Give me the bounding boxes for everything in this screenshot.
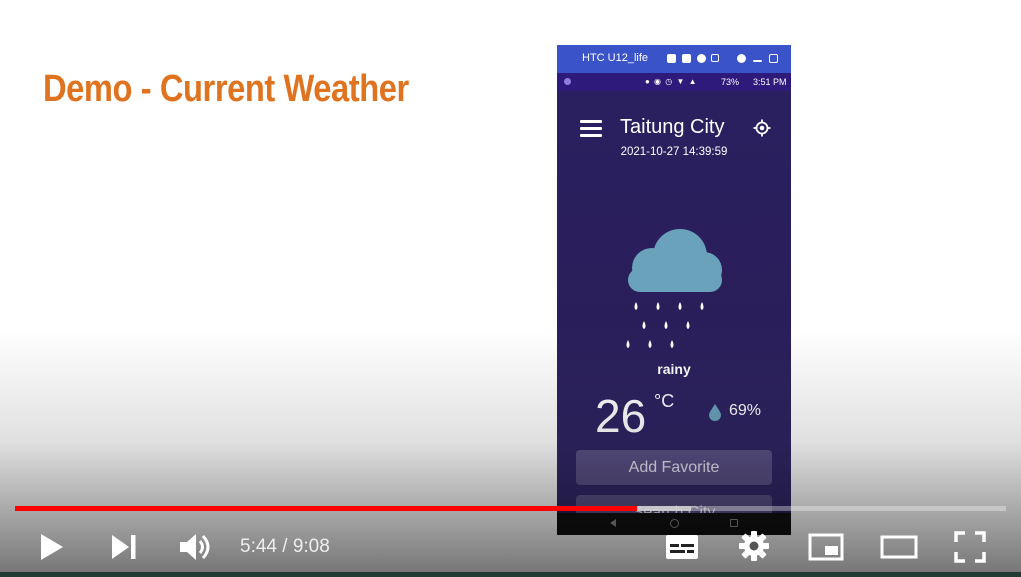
progress-played [15, 506, 638, 511]
subtitles-icon[interactable] [665, 533, 699, 561]
weather-app-screen: Taitung City 2021-10-27 14:39:59 rainy 2… [557, 91, 791, 530]
android-status-bar: ● ◉ ◷ ▼ ▲ 73% 3:51 PM [557, 73, 791, 91]
temperature-unit: °C [654, 391, 675, 411]
volume-icon[interactable] [178, 532, 212, 562]
fullscreen-icon[interactable] [954, 531, 986, 563]
minimize-icon[interactable] [753, 60, 762, 62]
time-display: 5:44 / 9:08 [240, 536, 330, 557]
slide-title: Demo - Current Weather [43, 68, 409, 110]
add-favorite-button[interactable]: Add Favorite [576, 450, 772, 485]
city-name: Taitung City [620, 116, 725, 138]
miniplayer-icon[interactable] [808, 533, 844, 561]
rain-cloud-icon [626, 229, 722, 348]
back-icon[interactable] [610, 519, 616, 527]
my-location-icon[interactable] [753, 119, 771, 137]
next-icon[interactable] [110, 533, 138, 561]
home-icon[interactable] [670, 519, 679, 528]
maximize-icon[interactable] [769, 54, 778, 63]
gear-icon[interactable] [737, 54, 746, 63]
water-drop-icon [709, 404, 721, 421]
headphones-icon[interactable] [697, 54, 706, 63]
bottom-border [0, 572, 1021, 577]
presentation-slide: Demo - Current Weather HTC U12_life ● ◉ … [0, 0, 1021, 577]
humidity-value: 69% [729, 402, 762, 419]
battery-level: 73% [721, 77, 740, 87]
gear-icon[interactable] [738, 530, 770, 562]
status-time: 3:51 PM [753, 77, 787, 87]
fullscreen-icon[interactable] [711, 54, 719, 62]
status-icons: ● ◉ ◷ ▼ ▲ [645, 77, 698, 86]
recents-icon[interactable] [730, 519, 738, 527]
mirror-window-titlebar: HTC U12_life [557, 45, 791, 73]
phone-mirror-window: HTC U12_life ● ◉ ◷ ▼ ▲ 73% 3:51 PM Taitu… [557, 45, 791, 535]
temperature-value: 26 [595, 390, 647, 442]
mirror-window-title: HTC U12_life [582, 52, 649, 64]
notification-icon [564, 78, 571, 85]
theater-mode-icon[interactable] [880, 535, 918, 559]
camera-icon[interactable] [667, 54, 676, 63]
progress-bar[interactable] [15, 506, 1006, 511]
video-icon[interactable] [682, 54, 691, 63]
play-icon[interactable] [38, 532, 66, 562]
hamburger-menu-icon[interactable] [580, 120, 602, 137]
weather-condition: rainy [657, 361, 691, 377]
observation-datetime: 2021-10-27 14:39:59 [620, 146, 728, 158]
